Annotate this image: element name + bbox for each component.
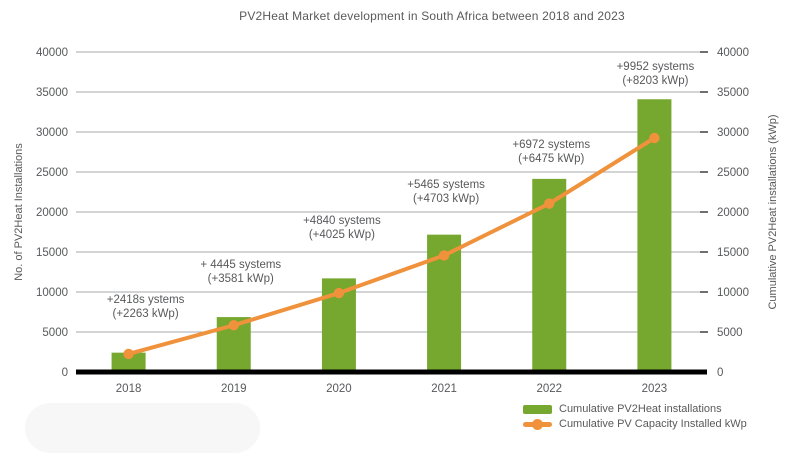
- legend-item-capacity: Cumulative PV Capacity Installed kWp: [523, 418, 747, 430]
- right-axis-tick-label: 35000: [717, 87, 749, 99]
- annotation-kwp-2018: (+2263 kWp): [113, 308, 179, 320]
- annotation-systems-2018: +2418s ystems: [107, 294, 185, 306]
- legend-line-dot-swatch-icon: [523, 422, 552, 427]
- left-axis-tick-label: 35000: [36, 87, 68, 99]
- right-axis-title: Cumulative PV2Heat installations (kWp): [767, 114, 779, 309]
- x-axis-label-2020: 2020: [326, 383, 352, 395]
- capacity-point-2020: [334, 288, 344, 298]
- capacity-point-2022: [544, 198, 554, 208]
- left-axis-tick-label: 20000: [36, 207, 68, 219]
- right-axis-tick-label: 25000: [717, 167, 749, 179]
- annotation-systems-2021: +5465 systems: [407, 179, 485, 191]
- capacity-point-2021: [439, 250, 449, 260]
- x-axis-label-2022: 2022: [536, 383, 562, 395]
- annotation-systems-2022: +6972 systems: [512, 139, 590, 151]
- annotation-kwp-2021: (+4703 kWp): [413, 193, 479, 205]
- right-axis-tick-label: 30000: [717, 127, 749, 139]
- left-axis-title: No. of PV2Heat Installations: [13, 143, 25, 281]
- right-axis-tick-label: 10000: [717, 287, 749, 299]
- legend-bar-swatch-icon: [523, 405, 552, 414]
- legend-label-installations: Cumulative PV2Heat installations: [559, 403, 722, 415]
- right-axis-tick-label: 15000: [717, 247, 749, 259]
- annotation-systems-2023: +9952 systems: [617, 61, 695, 73]
- x-axis-label-2019: 2019: [221, 383, 247, 395]
- annotation-kwp-2019: (+3581 kWp): [208, 273, 274, 285]
- annotation-systems-2019: + 4445 systems: [200, 259, 281, 271]
- left-axis-tick-label: 25000: [36, 167, 68, 179]
- capacity-line: [129, 138, 655, 354]
- left-axis-tick-label: 10000: [36, 287, 68, 299]
- left-axis-tick-label: 15000: [36, 247, 68, 259]
- left-axis-tick-label: 5000: [42, 327, 68, 339]
- capacity-point-2019: [229, 320, 239, 330]
- chart-canvas: PV2Heat Market development in South Afri…: [0, 0, 800, 462]
- left-axis-tick-label: 30000: [36, 127, 68, 139]
- annotation-kwp-2020: (+4025 kWp): [309, 229, 375, 241]
- annotation-kwp-2022: (+6475 kWp): [518, 153, 584, 165]
- watermark-blob: [25, 403, 260, 453]
- left-axis-tick-label: 0: [62, 367, 68, 379]
- capacity-point-2018: [123, 349, 133, 359]
- x-axis-line: [76, 370, 707, 375]
- right-axis-tick-label: 0: [717, 367, 723, 379]
- chart-plot-area: 0 0 5000 5000 10000 10000 15000 15000 20000 20000…: [0, 0, 800, 462]
- right-axis-tick-label: 5000: [717, 327, 743, 339]
- right-axis-tick-label: 40000: [717, 47, 749, 59]
- annotation-kwp-2023: (+8203 kWp): [622, 75, 688, 87]
- legend-label-capacity: Cumulative PV Capacity Installed kWp: [559, 418, 747, 430]
- left-axis-tick-label: 40000: [36, 47, 68, 59]
- x-axis-label-2018: 2018: [116, 383, 142, 395]
- legend: Cumulative PV2Heat installations Cumulat…: [523, 403, 747, 430]
- annotation-systems-2020: +4840 systems: [303, 215, 381, 227]
- x-axis-label-2023: 2023: [642, 383, 668, 395]
- right-axis-tick-label: 20000: [717, 207, 749, 219]
- x-axis-label-2021: 2021: [431, 383, 457, 395]
- capacity-point-2023: [649, 133, 659, 143]
- legend-item-installations: Cumulative PV2Heat installations: [523, 403, 747, 415]
